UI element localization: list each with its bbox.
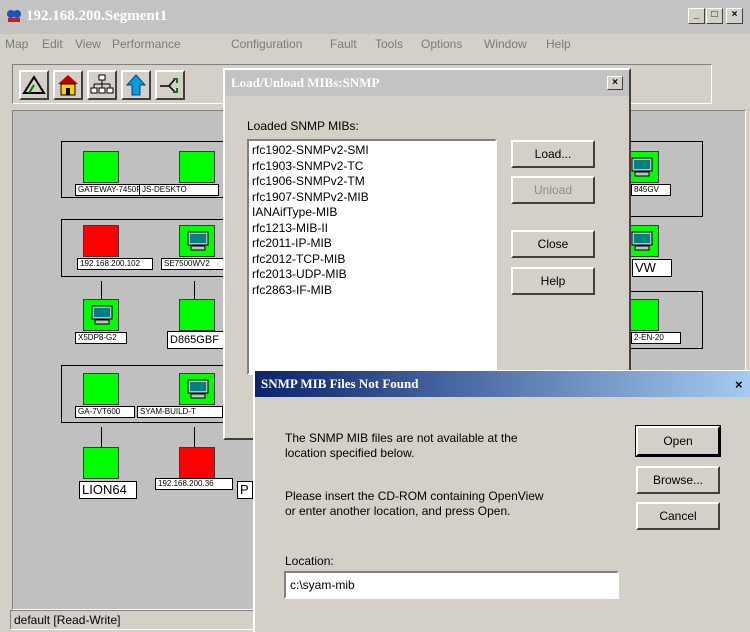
node-se7500[interactable] xyxy=(179,225,215,257)
browse-button[interactable]: Browse... xyxy=(636,466,720,494)
node-label-syam-build: SYAM-BUILD-T xyxy=(137,406,223,418)
main-window-title: 192.168.200.Segment1 xyxy=(26,8,168,24)
connection-line xyxy=(101,281,102,299)
up-arrow-icon xyxy=(125,74,147,96)
node-label-ip36: 192.168.200.36 xyxy=(155,478,233,490)
minimize-button[interactable]: _ xyxy=(688,8,705,24)
menu-configuration[interactable]: Configuration xyxy=(231,37,302,51)
node-label-partial: P xyxy=(237,481,253,499)
menu-options[interactable]: Options xyxy=(421,37,462,51)
node-lion64[interactable] xyxy=(83,447,119,479)
connection-line xyxy=(194,427,195,447)
mib-dialog-close-button[interactable]: × xyxy=(607,76,623,90)
notfound-dialog-title: SNMP MIB Files Not Found xyxy=(261,376,419,391)
mib-list-item[interactable]: rfc2011-IP-MIB xyxy=(252,236,492,252)
cancel-button[interactable]: Cancel xyxy=(636,502,720,530)
menu-fault[interactable]: Fault xyxy=(330,37,357,51)
mib-list-item[interactable]: rfc1907-SNMPv2-MIB xyxy=(252,190,492,206)
menu-edit[interactable]: Edit xyxy=(42,37,63,51)
shortcut-button[interactable] xyxy=(155,70,185,100)
network-tree-button[interactable] xyxy=(87,70,117,100)
mib-list-item[interactable]: rfc2863-IF-MIB xyxy=(252,283,492,299)
home-button[interactable] xyxy=(53,70,83,100)
mib-list-item[interactable]: rfc1213-MIB-II xyxy=(252,221,492,237)
map-up-button[interactable] xyxy=(19,70,49,100)
message-line: Please insert the CD-ROM containing Open… xyxy=(285,489,544,503)
node-label-en20: 2-EN-20 xyxy=(631,332,681,344)
node-label-845gv: 845GV xyxy=(631,184,671,196)
mib-list-item[interactable]: rfc1906-SNMPv2-TM xyxy=(252,174,492,190)
menu-performance[interactable]: Performance xyxy=(112,37,181,51)
node-label-lion64: LION64 xyxy=(79,481,137,499)
node-x5dp8[interactable] xyxy=(83,299,119,331)
node-label-ga7vt600: GA-7VT600 xyxy=(75,406,135,418)
node-label-x5dp8: X5DP8-G2 xyxy=(75,332,127,344)
node-ga-7vt600[interactable] xyxy=(83,373,119,405)
node-label-ip102: 192.168.200.102 xyxy=(77,258,153,270)
message-line: location specified below. xyxy=(285,446,415,460)
node-label-js-desktop: JS-DESKTO xyxy=(139,184,219,196)
menu-help[interactable]: Help xyxy=(546,37,571,51)
node-192-168-200-102[interactable] xyxy=(83,225,119,257)
node-label-se7500: SE7500WV2 xyxy=(161,258,225,270)
location-label: Location: xyxy=(285,554,334,568)
mib-dialog-title-bar[interactable]: Load/Unload MIBs:SNMP × xyxy=(225,70,629,96)
close-button[interactable]: × xyxy=(726,8,743,24)
nt-computer-icon xyxy=(187,379,209,399)
status-bar: default [Read-Write] xyxy=(10,610,262,630)
notfound-dialog-title-bar[interactable]: SNMP MIB Files Not Found × xyxy=(255,371,750,397)
open-button[interactable]: Open xyxy=(635,425,721,457)
home-icon xyxy=(58,75,78,96)
nt-computer-icon xyxy=(631,231,653,251)
menu-tools[interactable]: Tools xyxy=(375,37,403,51)
map-up-icon xyxy=(22,75,46,94)
node-label-d865gbf: D865GBF xyxy=(167,331,225,349)
node-192-168-200-36[interactable] xyxy=(179,447,215,479)
nt-computer-icon xyxy=(187,231,209,251)
main-title-bar[interactable]: 192.168.200.Segment1 _ □ × xyxy=(0,0,750,34)
message-line: or enter another location, and press Ope… xyxy=(285,504,511,518)
help-button[interactable]: Help xyxy=(511,267,595,295)
mib-list-item[interactable]: IANAifType-MIB xyxy=(252,205,492,221)
snmp-mib-not-found-dialog: SNMP MIB Files Not Found × The SNMP MIB … xyxy=(253,370,750,632)
node-syam-build[interactable] xyxy=(179,373,215,405)
mib-list-item[interactable]: rfc2013-UDP-MIB xyxy=(252,267,492,283)
unload-button[interactable]: Unload xyxy=(511,176,595,204)
up-arrow-button[interactable] xyxy=(121,70,151,100)
menu-window[interactable]: Window xyxy=(484,37,527,51)
message-line: The SNMP MIB files are not available at … xyxy=(285,431,518,445)
node-gateway[interactable] xyxy=(83,151,119,183)
loaded-mibs-list[interactable]: rfc1902-SNMPv2-SMI rfc1903-SNMPv2-TC rfc… xyxy=(247,139,497,375)
menu-view[interactable]: View xyxy=(75,37,101,51)
network-tree-icon xyxy=(90,74,114,94)
node-js-desktop[interactable] xyxy=(179,151,215,183)
location-input[interactable] xyxy=(284,571,619,599)
notfound-dialog-close-button[interactable]: × xyxy=(735,377,743,392)
mib-list-item[interactable]: rfc1903-SNMPv2-TC xyxy=(252,159,492,175)
menu-bar: Map Edit View Performance Configuration … xyxy=(0,34,750,56)
nt-computer-icon xyxy=(631,157,653,177)
menu-map[interactable]: Map xyxy=(5,37,28,51)
load-button[interactable]: Load... xyxy=(511,140,595,168)
connection-line xyxy=(101,427,102,447)
shortcut-icon xyxy=(160,78,178,93)
maximize-button[interactable]: □ xyxy=(706,8,723,24)
mib-dialog-title: Load/Unload MIBs:SNMP xyxy=(231,75,380,90)
mib-list-item[interactable]: rfc2012-TCP-MIB xyxy=(252,252,492,268)
mib-list-item[interactable]: rfc1902-SNMPv2-SMI xyxy=(252,143,492,159)
openview-app-icon xyxy=(7,10,21,22)
close-button-mib[interactable]: Close xyxy=(511,230,595,258)
node-d865gbf[interactable] xyxy=(179,299,215,331)
node-label-vw: VW xyxy=(632,259,672,277)
loaded-mibs-label: Loaded SNMP MIBs: xyxy=(247,119,359,133)
connection-line xyxy=(194,281,195,299)
node-label-gateway: GATEWAY-7450R xyxy=(75,184,141,196)
nt-computer-icon xyxy=(91,305,113,325)
